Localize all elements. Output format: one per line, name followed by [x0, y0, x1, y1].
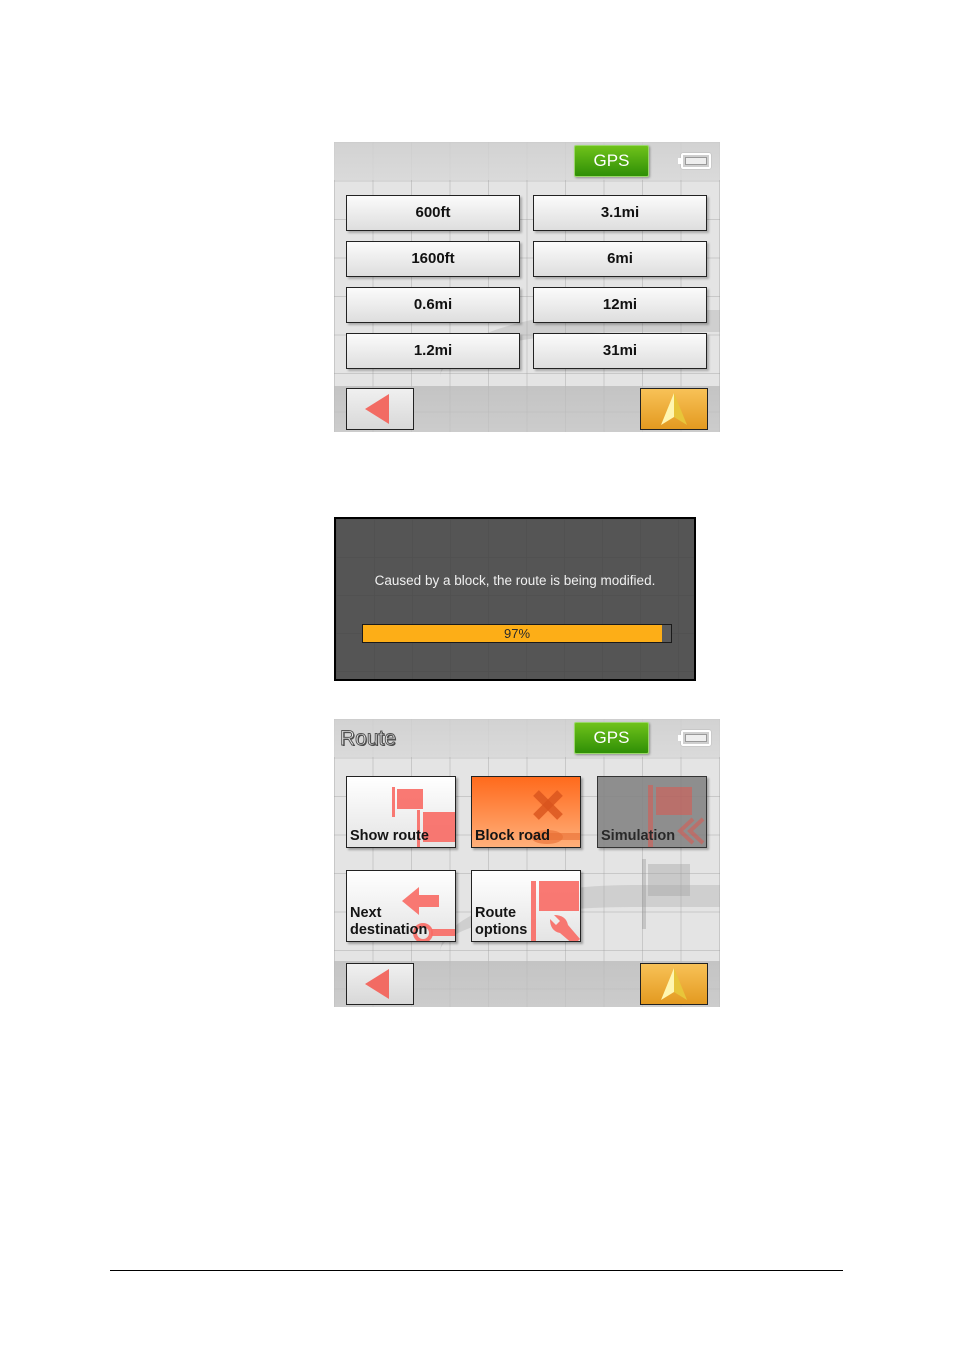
background-flag-icon — [642, 859, 690, 929]
simulation-label: Simulation — [601, 828, 676, 844]
navigate-button[interactable] — [640, 388, 708, 430]
page-title: Route — [339, 727, 397, 751]
distance-button-0-6mi[interactable]: 0.6mi — [346, 287, 520, 323]
distance-button-31mi[interactable]: 31mi — [533, 333, 707, 369]
dialog-message: Caused by a block, the route is being mo… — [374, 573, 656, 588]
footer-divider — [110, 1270, 843, 1271]
gps-status-badge[interactable]: GPS — [574, 722, 649, 754]
distance-button-600ft[interactable]: 600ft — [346, 195, 520, 231]
navigation-arrow-icon — [661, 393, 687, 425]
back-arrow-icon — [365, 969, 389, 999]
next-destination-label: Next destination — [350, 905, 428, 938]
back-button[interactable] — [346, 963, 414, 1005]
progress-label: 97% — [503, 626, 531, 641]
show-route-button[interactable]: Show route — [346, 776, 456, 848]
route-modification-dialog: Caused by a block, the route is being mo… — [334, 517, 696, 681]
navigation-arrow-icon — [661, 968, 687, 1000]
next-destination-button[interactable]: Next destination — [346, 870, 456, 942]
battery-icon — [678, 730, 711, 746]
block-road-label: Block road — [475, 828, 550, 844]
distance-button-1-2mi[interactable]: 1.2mi — [346, 333, 520, 369]
distance-button-12mi[interactable]: 12mi — [533, 287, 707, 323]
battery-icon — [678, 153, 711, 169]
back-arrow-icon — [365, 394, 389, 424]
distance-button-3-1mi[interactable]: 3.1mi — [533, 195, 707, 231]
distance-button-1600ft[interactable]: 1600ft — [346, 241, 520, 277]
gps-status-badge[interactable]: GPS — [574, 145, 649, 177]
block-road-button[interactable]: Block road — [471, 776, 581, 848]
route-menu-screen: Route GPS Show route Block road Simulati… — [334, 719, 720, 1007]
route-options-button[interactable]: Route options — [471, 870, 581, 942]
show-route-label: Show route — [350, 828, 429, 844]
simulation-button[interactable]: Simulation — [597, 776, 707, 848]
back-button[interactable] — [346, 388, 414, 430]
navigate-button[interactable] — [640, 963, 708, 1005]
status-bar — [334, 142, 720, 180]
distance-select-screen: GPS 600ft 3.1mi 1600ft 6mi 0.6mi 12mi 1.… — [334, 142, 720, 432]
distance-button-6mi[interactable]: 6mi — [533, 241, 707, 277]
progress-bar: 97% — [362, 624, 672, 643]
route-options-label: Route options — [475, 905, 528, 938]
